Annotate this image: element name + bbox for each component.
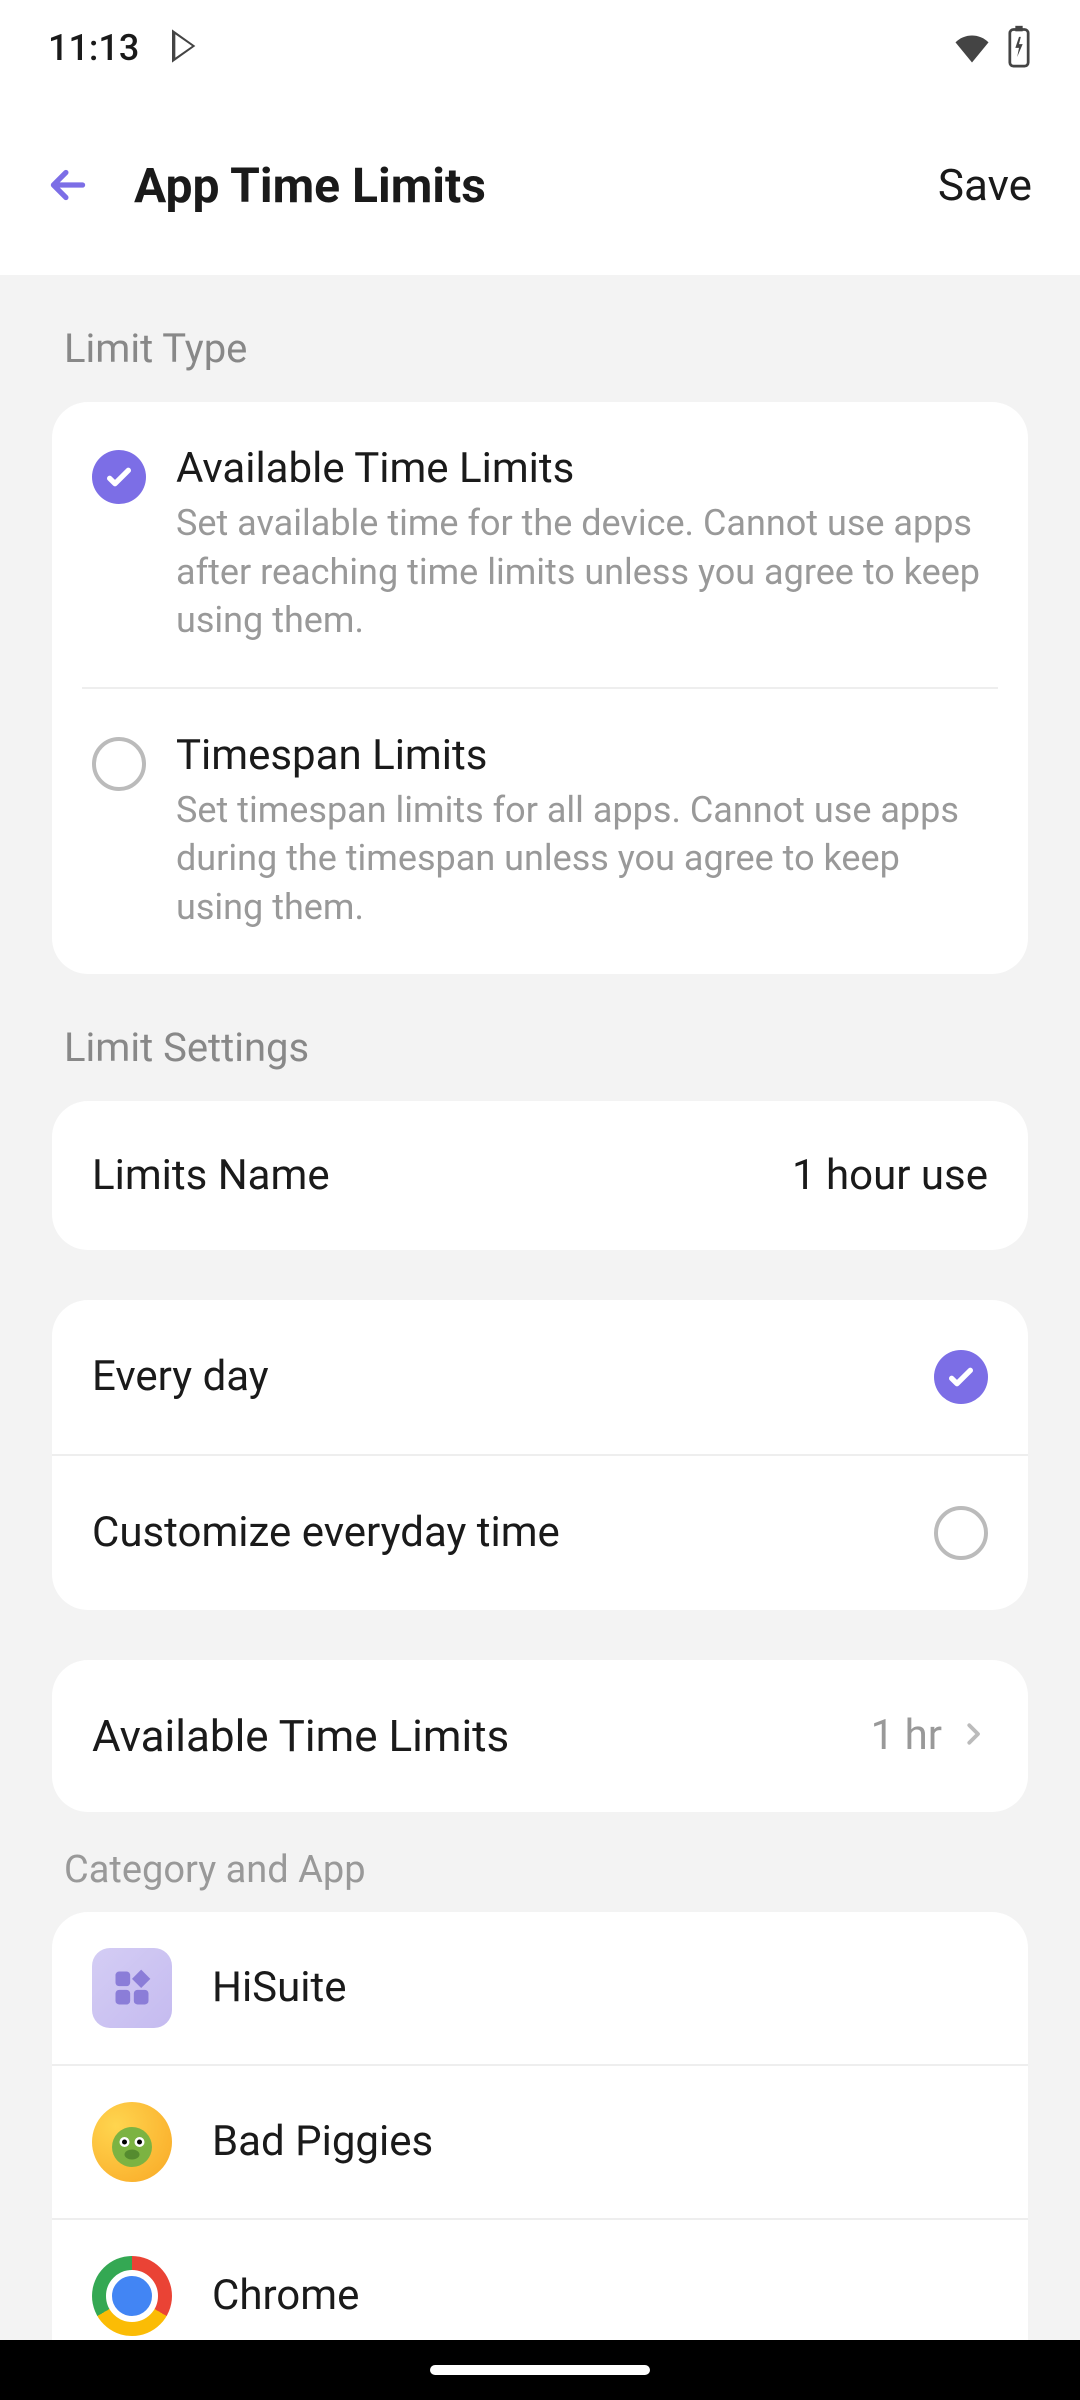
battery-icon — [1006, 24, 1032, 72]
checkmark-icon — [934, 1350, 988, 1404]
app-row-chrome[interactable]: Chrome — [52, 2218, 1028, 2340]
home-gesture-pill[interactable] — [430, 2365, 650, 2375]
limit-type-available-title: Available Time Limits — [176, 444, 988, 493]
section-limit-type-label: Limit Type — [52, 275, 1028, 402]
available-time-limits-label: Available Time Limits — [92, 1710, 855, 1762]
limit-type-timespan-title: Timespan Limits — [176, 731, 988, 780]
app-name-label: Chrome — [212, 2271, 359, 2320]
section-category-app-label: Category and App — [52, 1812, 1028, 1912]
status-time: 11:13 — [48, 27, 139, 69]
app-row-bad-piggies[interactable]: Bad Piggies — [52, 2064, 1028, 2218]
limit-type-available-desc: Set available time for the device. Canno… — [176, 499, 988, 645]
limits-name-row[interactable]: Limits Name 1 hour use — [52, 1101, 1028, 1250]
section-limit-settings-label: Limit Settings — [52, 974, 1028, 1101]
app-row-hisuite[interactable]: HiSuite — [52, 1912, 1028, 2064]
schedule-every-day[interactable]: Every day — [52, 1300, 1028, 1454]
page-title: App Time Limits — [134, 157, 938, 214]
chrome-app-icon — [92, 2256, 172, 2336]
limit-type-timespan-desc: Set timespan limits for all apps. Cannot… — [176, 786, 988, 932]
schedule-customize[interactable]: Customize everyday time — [52, 1454, 1028, 1610]
wifi-icon — [950, 24, 994, 72]
back-button[interactable] — [32, 149, 104, 221]
circle-unchecked-icon — [934, 1506, 988, 1560]
app-name-label: Bad Piggies — [212, 2117, 433, 2166]
chevron-right-icon — [958, 1719, 988, 1753]
app-list-card: HiSuite Bad Piggies Chrome Gmail — [52, 1912, 1028, 2340]
limit-type-card: Available Time Limits Set available time… — [52, 402, 1028, 974]
limits-name-value: 1 hour use — [792, 1151, 988, 1200]
customize-label: Customize everyday time — [92, 1508, 560, 1557]
app-header: App Time Limits Save — [0, 95, 1080, 275]
play-store-icon — [167, 26, 207, 70]
app-name-label: HiSuite — [212, 1963, 347, 2012]
bad-piggies-app-icon — [92, 2102, 172, 2182]
navigation-bar — [0, 2340, 1080, 2400]
radio-checked-icon — [92, 450, 146, 504]
available-time-limits-card: Available Time Limits 1 hr — [52, 1660, 1028, 1812]
limit-type-timespan[interactable]: Timespan Limits Set timespan limits for … — [82, 687, 998, 974]
available-time-limits-row[interactable]: Available Time Limits 1 hr — [52, 1660, 1028, 1812]
back-arrow-icon — [43, 160, 93, 210]
available-time-limits-value: 1 hr — [871, 1711, 942, 1760]
limits-name-card: Limits Name 1 hour use — [52, 1101, 1028, 1250]
save-button[interactable]: Save — [938, 159, 1032, 211]
every-day-label: Every day — [92, 1352, 269, 1401]
limit-type-available[interactable]: Available Time Limits Set available time… — [52, 402, 1028, 687]
limits-name-label: Limits Name — [92, 1151, 330, 1200]
status-bar: 11:13 — [0, 0, 1080, 95]
hisuite-app-icon — [92, 1948, 172, 2028]
radio-unchecked-icon — [92, 737, 146, 791]
schedule-card: Every day Customize everyday time — [52, 1300, 1028, 1610]
